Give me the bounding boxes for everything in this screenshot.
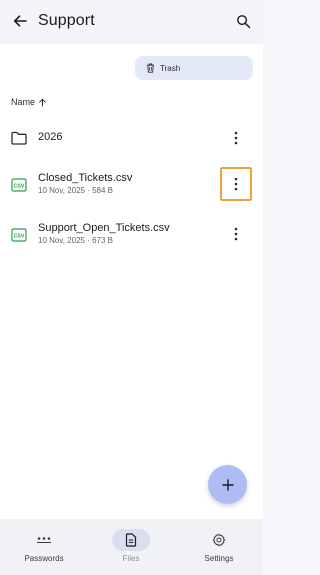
nav-label: Settings	[204, 554, 234, 563]
back-button[interactable]	[9, 10, 31, 32]
file-name: Support_Open_Tickets.csv	[38, 222, 170, 234]
csv-file-icon: CSV	[11, 227, 27, 243]
file-meta: 10 Nov, 2025 · 584 B	[38, 186, 114, 195]
gear-icon	[200, 529, 238, 551]
app-bar: Support	[0, 0, 263, 44]
list-item-file[interactable]: CSV Support_Open_Tickets.csv 10 Nov, 202…	[0, 213, 263, 257]
nav-label: Passwords	[24, 554, 64, 563]
file-name: Closed_Tickets.csv	[38, 172, 133, 184]
add-button[interactable]	[208, 465, 247, 504]
sort-label: Name	[11, 97, 36, 107]
trash-label: Trash	[160, 63, 181, 73]
arrow-left-icon	[13, 15, 27, 27]
arrow-up-icon	[39, 98, 46, 106]
nav-item-passwords[interactable]: Passwords	[0, 519, 88, 575]
more-options-button[interactable]	[220, 218, 252, 250]
more-options-button[interactable]	[220, 167, 252, 201]
svg-text:CSV: CSV	[14, 184, 25, 190]
csv-file-icon: CSV	[11, 177, 27, 193]
nav-item-files[interactable]: Files	[87, 519, 175, 575]
sort-by-name-button[interactable]: Name	[11, 97, 47, 107]
nav-label: Files	[122, 554, 140, 563]
more-vertical-icon	[234, 131, 238, 145]
folder-icon	[11, 130, 27, 146]
more-vertical-icon	[234, 177, 238, 191]
trash-icon	[147, 63, 154, 73]
list-item-folder[interactable]: 2026	[0, 116, 263, 160]
file-icon	[112, 529, 150, 551]
list-item-file[interactable]: CSV Closed_Tickets.csv 10 Nov, 2025 · 58…	[0, 163, 263, 207]
plus-icon	[221, 478, 234, 491]
more-vertical-icon	[234, 227, 238, 241]
files-screen: Support Trash Name 2026 CSV Closed_Ticke…	[0, 0, 263, 575]
nav-item-settings[interactable]: Settings	[175, 519, 263, 575]
search-button[interactable]	[233, 11, 253, 31]
file-name: 2026	[38, 131, 63, 143]
svg-text:CSV: CSV	[14, 234, 25, 240]
page-title: Support	[38, 12, 95, 29]
more-options-button[interactable]	[220, 122, 252, 154]
search-icon	[236, 14, 250, 28]
file-meta: 10 Nov, 2025 · 673 B	[38, 236, 114, 245]
dots-password-icon	[25, 529, 63, 551]
trash-button[interactable]: Trash	[135, 56, 253, 80]
bottom-navigation: Passwords Files Settings	[0, 519, 263, 575]
